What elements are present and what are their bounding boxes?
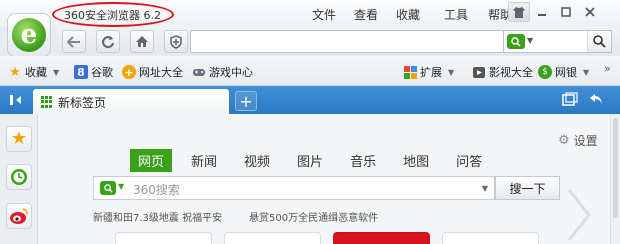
clock-icon [11, 169, 27, 185]
address-bar[interactable]: ⚡ ▼ [164, 30, 554, 53]
bookmark-label: 网址大全 [139, 66, 183, 79]
tab-music[interactable]: 音乐 [350, 149, 376, 172]
sidebar-favorites-button[interactable]: ★ [6, 126, 32, 152]
search-category-tabs: 网页 新闻 视频 图片 音乐 地图 问答 [130, 149, 509, 172]
new-tab-content: ★ ⚙ 设置 网页 新闻 视频 图片 音乐 地图 问答 ▼ 360搜索 ▼ 搜一… [0, 114, 620, 244]
bookmarks-bar: ★ 收藏 ▼ 8 谷歌 + 网址大全 游戏中心 扩展 ▼ 影视大全 $ 网银 ▼… [0, 56, 620, 86]
bookmark-google[interactable]: 8 谷歌 [74, 64, 113, 80]
e-logo-icon: e [12, 18, 46, 52]
bookmark-label: 扩展 [420, 66, 442, 79]
news-link[interactable]: 新疆和田7.3级地震 祝福平安 [93, 209, 222, 224]
shield-bank-icon: $ [538, 65, 552, 79]
new-tab-button[interactable]: + [235, 91, 257, 111]
grid-icon [41, 96, 53, 108]
window-controls [508, 2, 602, 22]
navigation-toolbar: ⚡ ▼ ▼ [56, 27, 620, 55]
skin-icon[interactable] [508, 2, 530, 22]
chevron-down-icon: ▼ [448, 67, 455, 77]
search-icon[interactable] [587, 31, 611, 52]
tab-new-tab-page[interactable]: 新标签页 [33, 89, 229, 114]
bookmark-label: 谷歌 [91, 66, 113, 79]
star-icon: ★ [9, 64, 21, 80]
bookmark-label: 网银 [555, 66, 577, 79]
tab-news[interactable]: 新闻 [191, 149, 217, 172]
weibo-icon [10, 208, 28, 224]
star-icon: ★ [10, 128, 28, 149]
apps-icon [403, 65, 417, 79]
plus-circle-icon: + [122, 65, 136, 79]
search-engine-dropdown-icon[interactable]: ▼ [527, 36, 533, 45]
bookmark-label: 游戏中心 [209, 66, 253, 79]
toolbar-search-box[interactable]: ▼ [503, 30, 612, 53]
annotation-circle [52, 2, 174, 27]
menu-bar: 文件 查看 收藏 工具 帮助 [312, 6, 512, 23]
tab-map[interactable]: 地图 [403, 149, 429, 172]
bookmark-bank[interactable]: $ 网银 ▼ [538, 64, 589, 80]
back-button[interactable] [62, 30, 86, 53]
search-history-dropdown-icon[interactable]: ▼ [482, 184, 488, 193]
browser-logo[interactable]: e [7, 13, 51, 57]
search-placeholder: 360搜索 [133, 183, 180, 197]
bookmark-label: 收藏 [25, 66, 47, 79]
film-icon [472, 65, 486, 79]
sidebar-weibo-button[interactable] [6, 203, 32, 229]
speed-dial-tile[interactable] [442, 232, 539, 244]
close-icon[interactable] [578, 2, 602, 22]
search-engine-icon[interactable] [100, 181, 116, 195]
title-bar: 360安全浏览器 6.2 文件 查看 收藏 工具 帮助 [0, 0, 620, 27]
menu-tools[interactable]: 工具 [444, 6, 468, 23]
bookmark-sites[interactable]: + 网址大全 [122, 64, 183, 80]
gamepad-icon [192, 65, 206, 79]
settings-button[interactable]: ⚙ 设置 [558, 132, 598, 149]
scrollbar-thumb[interactable] [613, 118, 618, 218]
maximize-icon[interactable] [554, 2, 578, 22]
tab-list-icon[interactable] [562, 92, 578, 110]
sidebar-toggle-icon[interactable] [7, 91, 25, 109]
search-button[interactable]: 搜一下 [495, 176, 560, 200]
menu-favorites[interactable]: 收藏 [396, 6, 420, 23]
gear-icon: ⚙ [558, 133, 570, 148]
bookmark-movies[interactable]: 影视大全 [472, 64, 533, 80]
tab-qa[interactable]: 问答 [456, 149, 482, 172]
tab-video[interactable]: 视频 [244, 149, 270, 172]
security-shield-icon[interactable] [164, 30, 188, 53]
menu-file[interactable]: 文件 [312, 6, 336, 23]
sidebar-history-button[interactable] [6, 164, 32, 190]
chevron-down-icon: ▼ [583, 67, 590, 77]
speed-dial-tile[interactable] [224, 232, 321, 244]
next-page-arrow-icon[interactable] [565, 186, 595, 244]
chevron-down-icon: ▼ [53, 67, 60, 77]
bookmark-favorites[interactable]: ★ 收藏 ▼ [8, 64, 59, 80]
speed-dial-tile[interactable] [115, 232, 212, 244]
settings-label: 设置 [573, 134, 598, 148]
menu-view[interactable]: 查看 [354, 6, 378, 23]
google-icon: 8 [74, 65, 88, 79]
home-button[interactable] [130, 30, 154, 53]
tab-label: 新标签页 [58, 96, 107, 110]
undo-close-tab-icon[interactable] [588, 92, 604, 110]
tab-strip: 新标签页 + [0, 86, 620, 114]
search-engine-icon[interactable] [507, 34, 525, 49]
main-search-input[interactable]: ▼ 360搜索 ▼ [93, 176, 495, 200]
minimize-icon[interactable] [530, 2, 554, 22]
refresh-button[interactable] [96, 30, 120, 53]
chevron-down-icon[interactable]: ▼ [118, 182, 124, 191]
bookmark-label: 影视大全 [489, 66, 533, 79]
speed-dial-tile[interactable] [333, 232, 430, 244]
bookmark-extensions[interactable]: 扩展 ▼ [403, 64, 454, 80]
news-link[interactable]: 悬赏500万全民通缉恶意软件 [249, 209, 378, 224]
bookmark-games[interactable]: 游戏中心 [192, 64, 253, 80]
tab-images[interactable]: 图片 [297, 149, 323, 172]
tab-web[interactable]: 网页 [130, 149, 173, 172]
scrollbar[interactable] [610, 114, 620, 244]
left-sidebar: ★ [0, 114, 38, 244]
bookmarks-more-icon[interactable]: » [604, 62, 611, 75]
